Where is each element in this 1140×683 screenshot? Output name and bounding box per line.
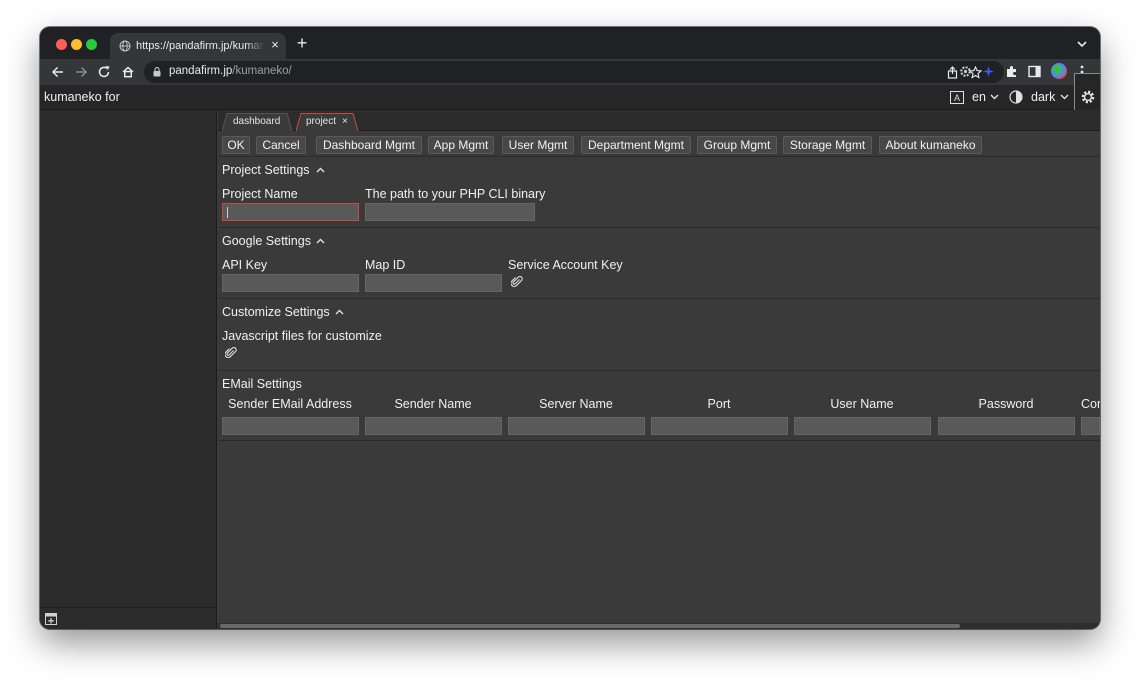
service-account-key-label: Service Account Key: [508, 258, 623, 272]
column-header-server-name: Server Name: [539, 397, 613, 411]
email-settings-title: EMail Settings: [222, 377, 302, 391]
tab-dashboard-label: dashboard: [233, 116, 281, 127]
customize-settings-title[interactable]: Customize Settings: [222, 305, 330, 319]
action-toolbar: OK Cancel Dashboard Mgmt App Mgmt User M…: [218, 131, 1100, 157]
url-text: pandafirm.jp/kumaneko/: [169, 65, 292, 77]
address-bar[interactable]: pandafirm.jp/kumaneko/: [144, 61, 1004, 83]
paperclip-icon[interactable]: [225, 347, 237, 359]
column-header-sender-email: Sender EMail Address: [228, 397, 352, 411]
extension-gear-icon[interactable]: [958, 64, 973, 79]
chevron-up-icon[interactable]: [316, 167, 325, 173]
column-header-port: Port: [707, 397, 731, 411]
server-name-input[interactable]: [508, 417, 645, 435]
reload-icon[interactable]: [96, 64, 112, 80]
api-key-input[interactable]: [222, 274, 359, 292]
user-name-input[interactable]: [794, 417, 931, 435]
chevron-down-icon: [990, 94, 999, 100]
truncated-input[interactable]: [1081, 417, 1100, 435]
tab-project-close-button[interactable]: ×: [342, 113, 348, 131]
department-mgmt-button[interactable]: Department Mgmt: [581, 136, 691, 154]
app-header: kumaneko for A en dark: [40, 73, 1100, 119]
side-panel-icon[interactable]: [1027, 64, 1042, 79]
zoom-window-button[interactable]: [86, 39, 97, 50]
google-settings-title[interactable]: Google Settings: [222, 234, 311, 248]
globe-icon: [119, 40, 131, 52]
browser-tab-strip: https://pandafirm.jp/kumaneko/ × +: [40, 27, 1100, 59]
php-cli-path-label: The path to your PHP CLI binary: [365, 187, 546, 201]
tab-dashboard[interactable]: dashboard: [222, 113, 294, 131]
extension-sparkle-icon[interactable]: [981, 64, 996, 79]
php-cli-path-input[interactable]: [365, 203, 535, 221]
back-icon[interactable]: [50, 64, 66, 80]
lock-icon[interactable]: [153, 67, 161, 77]
home-icon[interactable]: [120, 64, 136, 80]
extensions-puzzle-icon[interactable]: [1004, 64, 1019, 79]
javascript-files-label: Javascript files for customize: [222, 329, 382, 343]
sender-name-input[interactable]: [365, 417, 502, 435]
svg-text:A: A: [954, 93, 960, 103]
ok-button[interactable]: OK: [222, 136, 250, 154]
map-id-input[interactable]: [365, 274, 502, 292]
about-kumaneko-button[interactable]: About kumaneko: [879, 136, 982, 154]
tab-search-icon[interactable]: [1076, 39, 1088, 49]
browser-window: https://pandafirm.jp/kumaneko/ × +: [40, 27, 1100, 629]
chevron-up-icon[interactable]: [316, 238, 325, 244]
column-header-truncated: Con: [1081, 397, 1100, 411]
sidebar-footer: [40, 607, 217, 629]
map-id-label: Map ID: [365, 258, 406, 272]
project-name-input[interactable]: [222, 203, 359, 221]
theme-contrast-icon[interactable]: [1009, 90, 1023, 104]
url-host: pandafirm.jp: [169, 65, 233, 77]
new-tab-button[interactable]: +: [294, 34, 310, 52]
url-path: /kumaneko/: [232, 65, 292, 77]
browser-tab-close-button[interactable]: ×: [268, 38, 282, 52]
user-mgmt-button[interactable]: User Mgmt: [502, 136, 574, 154]
port-input[interactable]: [651, 417, 788, 435]
password-input[interactable]: [938, 417, 1075, 435]
email-settings-section: EMail Settings Sender EMail Address Send…: [218, 371, 1100, 441]
customize-settings-section: Customize Settings Javascript files for …: [218, 299, 1100, 371]
app-title: kumaneko for: [44, 90, 120, 104]
browser-tab-title: https://pandafirm.jp/kumaneko/: [136, 40, 264, 52]
horizontal-scrollbar[interactable]: [218, 623, 1100, 629]
translate-icon[interactable]: A: [950, 91, 964, 104]
group-mgmt-button[interactable]: Group Mgmt: [697, 136, 777, 154]
cancel-button[interactable]: Cancel: [256, 136, 306, 154]
project-settings-title[interactable]: Project Settings: [222, 163, 310, 177]
sender-email-input[interactable]: [222, 417, 359, 435]
pane-tab-row: dashboard project ×: [218, 110, 1100, 131]
close-window-button[interactable]: [56, 39, 67, 50]
google-settings-section: Google Settings API Key Map ID Service A…: [218, 228, 1100, 299]
api-key-label: API Key: [222, 258, 268, 272]
gear-icon: [1081, 90, 1095, 104]
add-dashboard-icon[interactable]: [45, 613, 57, 625]
profile-avatar[interactable]: [1051, 63, 1067, 79]
project-name-label: Project Name: [222, 187, 298, 201]
minimize-window-button[interactable]: [71, 39, 82, 50]
browser-tab[interactable]: https://pandafirm.jp/kumaneko/ ×: [110, 33, 286, 59]
tab-project[interactable]: project ×: [296, 113, 360, 131]
column-header-password: Password: [978, 397, 1034, 411]
tab-project-label: project: [306, 116, 337, 127]
language-selector[interactable]: en: [972, 90, 986, 104]
forward-icon[interactable]: [73, 64, 89, 80]
main-panel: dashboard project × OK Cancel Dashboard …: [218, 110, 1100, 629]
chevron-up-icon[interactable]: [335, 309, 344, 315]
column-header-sender-name: Sender Name: [394, 397, 472, 411]
paperclip-icon[interactable]: [511, 276, 523, 288]
text-caret: [227, 207, 228, 218]
chevron-down-icon: [1060, 94, 1069, 100]
scrollbar-thumb[interactable]: [220, 624, 960, 628]
column-header-user-name: User Name: [830, 397, 894, 411]
project-settings-section: Project Settings Project Name The path t…: [218, 157, 1100, 228]
theme-selector[interactable]: dark: [1031, 90, 1055, 104]
sidebar: [40, 110, 217, 629]
browser-toolbar: pandafirm.jp/kumaneko/: [40, 59, 1100, 85]
app-mgmt-button[interactable]: App Mgmt: [428, 136, 494, 154]
storage-mgmt-button[interactable]: Storage Mgmt: [783, 136, 872, 154]
dashboard-mgmt-button[interactable]: Dashboard Mgmt: [316, 136, 422, 154]
